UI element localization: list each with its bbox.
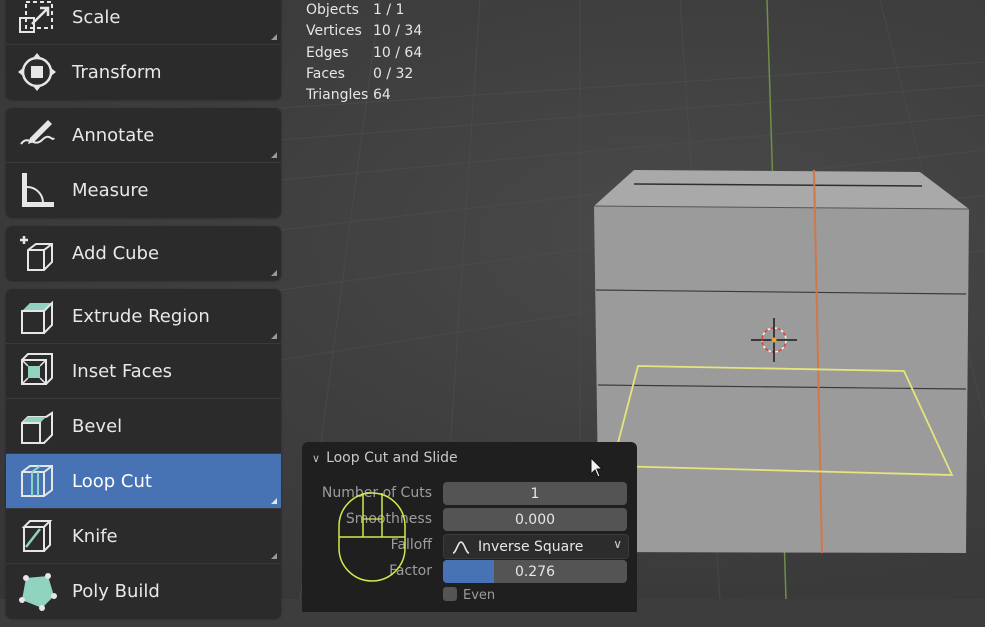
stat-value: 10 / 64	[373, 44, 423, 61]
scale-icon	[16, 0, 58, 38]
stat-value: 64	[373, 87, 391, 104]
number-of-cuts-field[interactable]: 1	[443, 482, 627, 505]
mesh-cube[interactable]	[593, 169, 970, 554]
tool-group-annotate: Annotate Measure	[6, 108, 281, 217]
even-label: Even	[463, 588, 496, 603]
tool-label: Scale	[72, 6, 121, 28]
falloff-curve-icon	[452, 540, 470, 554]
inset-faces-icon	[16, 350, 58, 392]
even-checkbox-row[interactable]: Even	[443, 587, 495, 603]
stat-label: Vertices	[306, 23, 362, 40]
stat-triangles: Triangles 64	[306, 87, 422, 108]
tool-variants-indicator	[271, 553, 277, 559]
tool-bevel[interactable]: Bevel	[6, 398, 281, 453]
tool-label: Loop Cut	[72, 470, 152, 492]
tool-label: Annotate	[72, 124, 155, 146]
tool-label: Knife	[72, 525, 118, 547]
tool-label: Extrude Region	[72, 305, 210, 327]
tool-measure[interactable]: Measure	[6, 162, 281, 217]
loop-cut-icon	[16, 460, 58, 502]
tool-add-cube[interactable]: Add Cube	[6, 226, 281, 280]
mouse-cursor-icon	[590, 457, 604, 478]
tool-annotate[interactable]: Annotate	[6, 108, 281, 162]
smoothness-value: 0.000	[514, 511, 556, 528]
scene-statistics: Objects 1 / 1 Vertices 10 / 34 Edges 10 / 6…	[306, 2, 422, 108]
stat-objects: Objects 1 / 1	[306, 2, 422, 23]
tool-group-transform: Scale Transform	[6, 0, 281, 99]
stat-faces: Faces 0 / 32	[306, 66, 422, 87]
tool-label: Bevel	[72, 415, 123, 437]
factor-value: 0.276	[514, 563, 556, 580]
operator-panel-title: Loop Cut and Slide	[326, 450, 458, 466]
stat-value: 1 / 1	[373, 2, 405, 18]
stat-label: Triangles	[306, 87, 369, 104]
tool-variants-indicator	[271, 270, 277, 276]
tool-label: Poly Build	[72, 580, 160, 602]
tool-variants-indicator	[271, 152, 277, 158]
stat-label: Faces	[306, 65, 345, 82]
tool-extrude-region[interactable]: Extrude Region	[6, 289, 281, 343]
tool-variants-indicator	[271, 34, 277, 40]
knife-icon	[16, 515, 58, 557]
stat-vertices: Vertices 10 / 34	[306, 23, 422, 44]
stat-value: 0 / 32	[373, 65, 414, 82]
tool-label: Measure	[72, 179, 149, 201]
smoothness-field[interactable]: 0.000	[443, 508, 627, 531]
stat-label: Edges	[306, 44, 349, 61]
mouse-hint-icon	[338, 492, 406, 582]
tool-variants-indicator	[271, 333, 277, 339]
tool-poly-build[interactable]: Poly Build	[6, 563, 281, 618]
factor-slider[interactable]: 0.276	[443, 560, 627, 583]
add-cube-icon	[16, 232, 58, 274]
tool-variants-indicator	[271, 498, 277, 504]
falloff-value: Inverse Square	[478, 538, 584, 555]
falloff-dropdown[interactable]: Inverse Square ∨	[443, 534, 629, 559]
stat-edges: Edges 10 / 64	[306, 45, 422, 66]
tool-transform[interactable]: Transform	[6, 44, 281, 99]
bevel-icon	[16, 405, 58, 447]
stat-label: Objects	[306, 2, 359, 18]
tool-label: Inset Faces	[72, 360, 173, 382]
tool-label: Add Cube	[72, 242, 160, 264]
operator-panel-header[interactable]: ∨ Loop Cut and Slide	[302, 442, 637, 474]
tool-label: Transform	[72, 61, 162, 83]
extrude-region-icon	[16, 295, 58, 337]
number-of-cuts-value: 1	[530, 485, 540, 502]
transform-icon	[16, 51, 58, 93]
tool-inset-faces[interactable]: Inset Faces	[6, 343, 281, 398]
stat-value: 10 / 34	[373, 23, 423, 40]
tool-group-add: Add Cube	[6, 226, 281, 280]
tool-loop-cut[interactable]: Loop Cut	[6, 453, 281, 508]
chevron-down-icon: ∨	[312, 451, 321, 465]
factor-slider-fill	[443, 560, 494, 583]
chevron-down-icon: ∨	[613, 537, 622, 551]
tool-knife[interactable]: Knife	[6, 508, 281, 563]
measure-icon	[16, 169, 58, 211]
tool-group-edit: Extrude Region Inset Faces Bevel Loop Cu…	[6, 289, 281, 618]
tool-scale[interactable]: Scale	[6, 0, 281, 44]
poly-build-icon	[16, 570, 58, 612]
tool-shelf: Scale Transform Annotate Measure Add Cub…	[6, 0, 281, 627]
annotate-icon	[16, 114, 58, 156]
